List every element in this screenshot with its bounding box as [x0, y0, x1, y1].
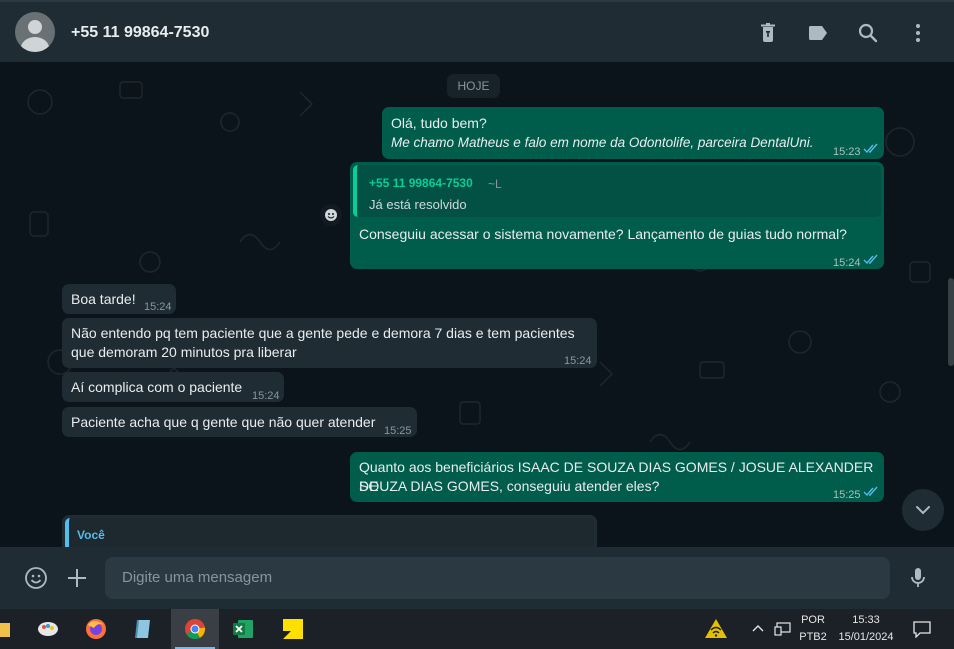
message-text: Aí complica com o paciente [71, 379, 243, 395]
notifications-icon[interactable] [912, 620, 932, 638]
incoming-message[interactable]: Aí complica com o paciente 15:24 [62, 372, 284, 402]
taskbar-app-explorer[interactable] [0, 609, 24, 649]
message-text: Boa tarde! [71, 291, 136, 307]
message-input[interactable]: Digite uma mensagem [105, 557, 890, 599]
taskbar-app-firefox[interactable] [72, 609, 120, 649]
outgoing-message[interactable]: Quanto aos beneficiários ISAAC DE SOUZA … [350, 452, 884, 502]
message-time: 15:24 [252, 390, 280, 402]
attach-plus-icon[interactable] [65, 566, 89, 590]
emoji-icon[interactable] [24, 566, 48, 590]
message-text: Paciente acha que q gente que não quer a… [71, 414, 376, 430]
folder-icon [0, 623, 10, 637]
message-text: Olá, tudo bem? [391, 115, 487, 131]
read-ticks-icon [863, 254, 878, 265]
read-ticks-icon [863, 143, 878, 154]
message-time: 15:24 [564, 355, 592, 367]
windows-taskbar: POR PTB2 15:33 15/01/2024 [0, 609, 954, 649]
smiley-icon [325, 209, 337, 221]
emoji-react-button[interactable] [320, 204, 342, 226]
message-time: 15:24 [833, 257, 861, 269]
display-icon[interactable] [774, 621, 792, 637]
message-time: 15:25 [384, 425, 412, 437]
search-icon[interactable] [856, 21, 880, 45]
date-chip: HOJE [447, 74, 500, 98]
contact-name[interactable]: +55 11 99864-7530 [71, 24, 209, 42]
taskbar-app-notes[interactable] [120, 609, 168, 649]
label-icon[interactable] [806, 21, 830, 45]
sticky-notes-icon [283, 619, 303, 639]
taskbar-app-sticky-notes[interactable] [269, 609, 317, 649]
quote-tag: ~L [488, 177, 502, 191]
message-list[interactable]: HOJE Olá, tudo bem? Me chamo Matheus e f… [0, 62, 948, 547]
network-warning-icon[interactable] [703, 616, 729, 642]
outgoing-message[interactable]: +55 11 99864-7530 ~L Já está resolvido C… [350, 162, 884, 269]
chat-header: +55 11 99864-7530 [0, 0, 954, 62]
message-text: Não entendo pq tem paciente que a gente … [71, 325, 575, 341]
taskbar-app-chrome[interactable] [171, 609, 219, 649]
notebook-icon [135, 619, 150, 639]
delete-icon[interactable] [756, 21, 780, 45]
firefox-icon [86, 619, 106, 639]
menu-icon[interactable] [906, 21, 930, 45]
whatsapp-window: +55 11 99864-7530 HOJE Olá, tudo bem? Me… [0, 0, 954, 649]
outgoing-message[interactable]: Olá, tudo bem? Me chamo Matheus e falo e… [382, 107, 884, 159]
scrollbar-thumb[interactable] [948, 278, 954, 366]
taskbar-app-excel[interactable] [219, 609, 267, 649]
clock-time[interactable]: 15:33 [834, 614, 898, 626]
incoming-message[interactable]: Boa tarde! 15:24 [62, 284, 176, 314]
incoming-message[interactable]: Você [62, 515, 597, 547]
chat-scrollbar[interactable] [948, 62, 954, 547]
message-text: Me chamo Matheus e falo em nome da Odont… [391, 135, 814, 150]
message-text: Conseguiu acessar o sistema novamente? L… [359, 226, 847, 242]
avatar[interactable] [15, 12, 55, 52]
compose-bar: Digite uma mensagem [0, 547, 954, 609]
incoming-message[interactable]: Paciente acha que q gente que não quer a… [62, 407, 417, 437]
chevron-up-icon[interactable] [751, 622, 765, 636]
quote-text: Já está resolvido [369, 197, 467, 212]
taskbar-app-paint[interactable] [24, 609, 72, 649]
message-time: 15:25 [833, 489, 861, 501]
quote-author: Você [77, 528, 105, 542]
incoming-message[interactable]: Não entendo pq tem paciente que a gente … [62, 318, 597, 368]
message-time: 15:24 [144, 301, 172, 313]
language-indicator[interactable]: POR [797, 614, 829, 626]
read-ticks-icon [863, 486, 878, 497]
quoted-message[interactable]: Você [65, 518, 594, 547]
chrome-icon [185, 619, 206, 640]
quoted-message[interactable]: +55 11 99864-7530 ~L Já está resolvido [353, 165, 881, 217]
message-time: 15:23 [833, 146, 861, 158]
quote-author: +55 11 99864-7530 [369, 176, 473, 190]
clock-date[interactable]: 15/01/2024 [834, 631, 898, 643]
chevron-down-icon [916, 506, 930, 515]
message-text: SOUZA DIAS GOMES, conseguiu atender eles… [359, 478, 660, 494]
message-text: que demoram 20 minutos pra liberar [71, 344, 297, 360]
excel-icon [233, 620, 253, 638]
microphone-icon[interactable] [906, 566, 930, 590]
paint-icon [38, 622, 58, 636]
scroll-to-bottom-button[interactable] [902, 489, 944, 531]
keyboard-layout[interactable]: PTB2 [797, 631, 829, 643]
